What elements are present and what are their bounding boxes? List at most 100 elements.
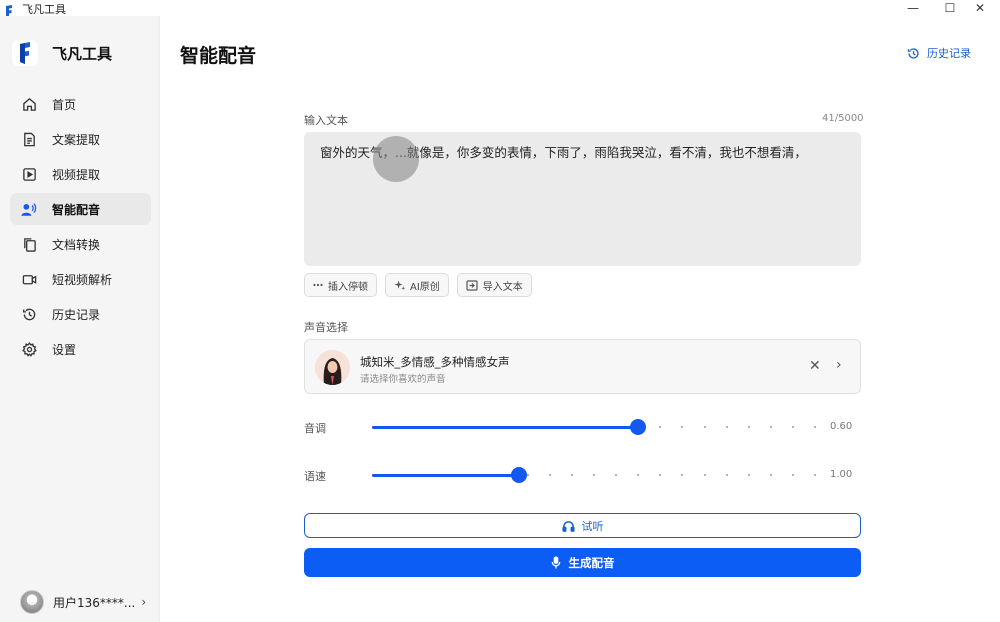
voice-name: 城知米_多情感_多种情感女声 [360,355,510,369]
history-link[interactable]: 历史记录 [907,45,971,61]
char-counter: 41/5000 [822,113,864,124]
sidebar-item-video-extract[interactable]: 视频提取 [10,158,151,190]
sidebar-item-label: 设置 [52,342,77,357]
slider-tick [703,474,706,476]
document-icon [21,131,37,147]
slider-thumb[interactable] [510,467,527,483]
sidebar-item-short-video-parse[interactable]: 短视频解析 [10,263,151,295]
slider-tick [791,426,794,428]
app-logo-icon [4,2,14,17]
home-icon [21,96,37,112]
insert-pause-label: 插入停顿 [328,281,368,293]
slider-fill [372,426,639,429]
voice-selector[interactable]: 城知米_多情感_多种情感女声 请选择你喜欢的声音 ✕ › [304,339,861,394]
ellipsis-icon [313,283,323,287]
sidebar-item-copy-extract[interactable]: 文案提取 [10,123,151,155]
slider-tick [681,426,684,428]
slider-tick [769,474,772,476]
slider-tick [791,474,794,476]
camera-icon [21,271,37,287]
slider-tick [548,474,551,476]
voice-user-icon [21,201,37,217]
microphone-icon [551,556,561,569]
pitch-label: 音调 [304,422,326,435]
slider-tick [526,474,529,476]
sidebar-item-label: 短视频解析 [52,272,113,287]
user-profile[interactable]: 用户136****... › [20,590,146,614]
slider-tick [637,474,640,476]
ai-original-button[interactable]: AI原创 [385,273,449,297]
sidebar: 飞凡工具 首页 文案提取 视频提取 智能配音 文档转换 短视频解析 历史记录 设… [0,16,160,622]
pitch-slider[interactable] [372,419,816,435]
history-link-label: 历史记录 [927,47,971,60]
ai-original-label: AI原创 [410,281,440,293]
preview-label: 试听 [581,519,604,533]
sidebar-item-label: 智能配音 [52,202,101,217]
slider-tick [615,474,618,476]
sidebar-item-label: 文案提取 [52,132,101,147]
text-tools: 插入停顿 AI原创 导入文本 [304,273,532,297]
slider-tick [814,426,816,428]
speed-slider-row: 语速 1.00 [304,465,861,485]
brand[interactable]: 飞凡工具 [12,38,112,68]
pitch-value: 0.60 [830,421,853,432]
speed-value: 1.00 [830,469,853,480]
slider-tick [747,426,750,428]
slider-fill [372,474,519,477]
sidebar-item-smart-dubbing[interactable]: 智能配音 [10,193,151,225]
voice-select-label: 声音选择 [304,321,348,334]
title-bar: 飞凡工具 — ☐ ✕ [0,0,1000,17]
slider-tick [593,474,595,476]
video-play-icon [21,166,37,182]
copy-icon [21,236,37,252]
history-icon [907,47,920,60]
sidebar-item-label: 视频提取 [52,167,101,182]
preview-button[interactable]: 试听 [304,513,861,538]
speed-slider[interactable] [372,467,816,483]
import-text-button[interactable]: 导入文本 [456,273,532,297]
chevron-right-icon: › [141,595,147,609]
history-icon [21,306,37,322]
import-icon [466,279,478,291]
slider-tick [570,474,573,476]
sidebar-item-home[interactable]: 首页 [10,88,151,120]
page-title: 智能配音 [180,45,257,67]
slider-thumb[interactable] [630,419,647,435]
brand-name: 飞凡工具 [52,44,113,63]
generate-dubbing-button[interactable]: 生成配音 [304,548,861,577]
headphones-icon [561,520,575,532]
slider-tick [814,474,816,476]
slider-tick [681,474,684,476]
sidebar-item-label: 文档转换 [52,237,101,252]
slider-tick [769,426,772,428]
sidebar-item-label: 历史记录 [52,307,101,322]
maximize-icon: ☐ [944,1,956,15]
chevron-right-icon[interactable]: › [836,357,842,373]
sidebar-item-history[interactable]: 历史记录 [10,298,151,330]
slider-tick [747,474,750,476]
clear-voice-icon[interactable]: ✕ [809,358,821,374]
touch-cursor-indicator [373,136,419,182]
slider-tick [659,426,662,428]
pitch-slider-row: 音调 0.60 [304,417,861,437]
close-button[interactable]: ✕ [960,0,1000,16]
sparkle-icon [394,279,405,291]
import-text-label: 导入文本 [482,281,523,293]
user-name: 用户136****... [53,595,136,610]
minimize-button[interactable]: — [893,0,933,16]
sidebar-item-label: 首页 [52,97,77,112]
insert-pause-button[interactable]: 插入停顿 [304,273,377,297]
slider-tick [725,474,728,476]
gear-icon [21,341,37,357]
generate-label: 生成配音 [568,555,615,570]
sidebar-item-doc-convert[interactable]: 文档转换 [10,228,151,260]
text-input-label: 输入文本 [304,114,348,127]
window-title: 飞凡工具 [22,3,66,16]
minimize-icon: — [907,1,919,15]
slider-tick [659,474,662,476]
speed-label: 语速 [304,470,326,483]
slider-tick [703,426,706,428]
app-logo-icon [12,40,38,66]
sidebar-item-settings[interactable]: 设置 [10,333,151,365]
slider-tick [725,426,728,428]
